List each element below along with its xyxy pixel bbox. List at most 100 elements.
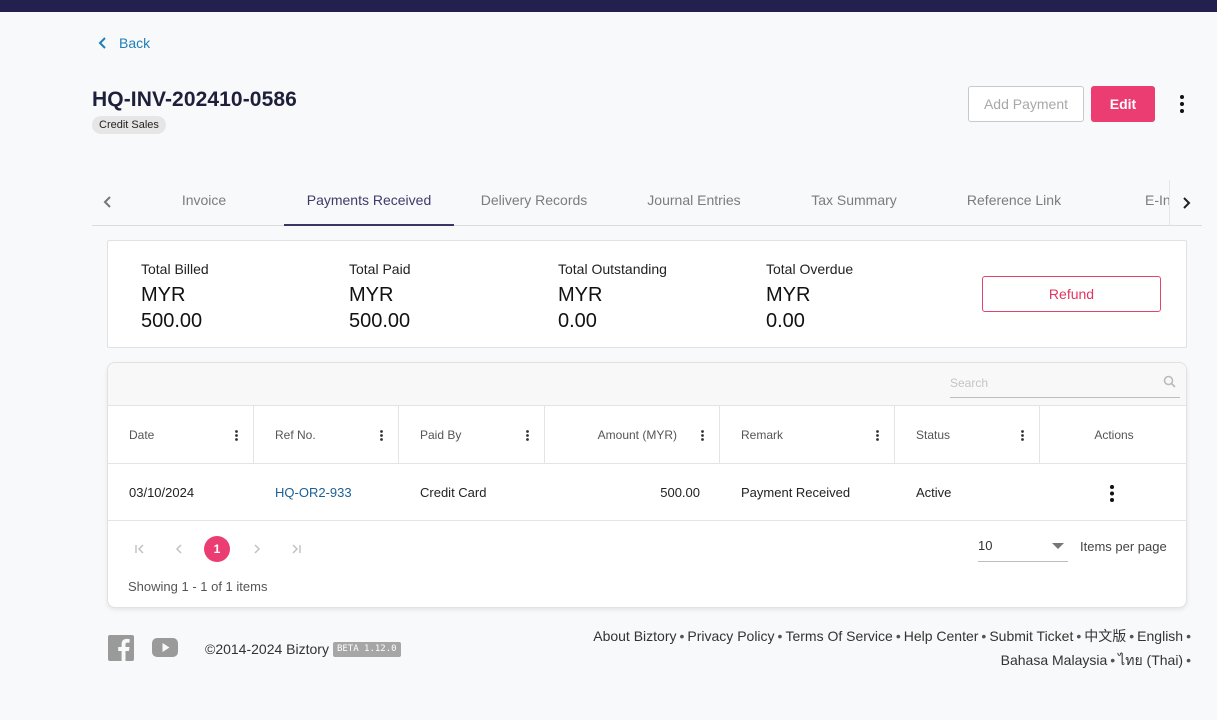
footer-link-help-center[interactable]: Help Center	[904, 628, 979, 644]
total-outstanding-amount: 0.00	[558, 310, 597, 332]
footer-link-submit-ticket[interactable]: Submit Ticket	[989, 628, 1073, 644]
total-billed-amount: 500.00	[141, 310, 203, 332]
previous-page-icon[interactable]	[166, 536, 192, 562]
total-paid-label: Total Paid	[349, 261, 411, 277]
footer-link-malay[interactable]: Bahasa Malaysia	[1001, 652, 1108, 668]
total-billed-currency: MYR	[141, 284, 186, 306]
facebook-icon[interactable]	[108, 635, 134, 661]
total-outstanding: Total Outstanding MYR 0.00	[558, 261, 667, 334]
chevron-left-icon	[98, 37, 106, 49]
last-page-icon[interactable]	[283, 536, 309, 562]
edit-button[interactable]: Edit	[1091, 86, 1155, 122]
more-options-icon[interactable]	[1172, 92, 1192, 116]
table-row[interactable]: 03/10/2024 HQ-OR2-933 Credit Card 500.00…	[108, 464, 1186, 521]
showing-count: Showing 1 - 1 of 1 items	[128, 579, 268, 594]
total-billed: Total Billed MYR 500.00	[141, 261, 209, 334]
tab-reference-link[interactable]: Reference Link	[934, 180, 1094, 226]
chevron-down-icon	[1052, 543, 1064, 549]
column-header-remark[interactable]: Remark	[720, 406, 895, 464]
column-header-amount[interactable]: Amount (MYR)	[545, 406, 720, 464]
total-billed-label: Total Billed	[141, 261, 209, 277]
tab-invoice[interactable]: Invoice	[124, 180, 284, 226]
copyright: ©2014-2024 Biztory BETA 1.12.0	[205, 641, 401, 657]
back-button[interactable]: Back	[97, 35, 150, 51]
total-paid-amount: 500.00	[349, 310, 411, 332]
column-label: Actions	[1094, 428, 1134, 442]
column-label: Ref No.	[275, 428, 316, 442]
cell-amount: 500.00	[660, 485, 700, 500]
footer-link-about[interactable]: About Biztory	[593, 628, 676, 644]
tab-journal-entries[interactable]: Journal Entries	[614, 180, 774, 226]
separator: •	[895, 628, 901, 644]
footer-link-terms[interactable]: Terms Of Service	[785, 628, 892, 644]
add-payment-button[interactable]: Add Payment	[968, 86, 1084, 122]
column-header-date[interactable]: Date	[108, 406, 254, 464]
tab-bar: Invoice Payments Received Delivery Recor…	[92, 180, 1202, 226]
total-overdue-amount: 0.00	[766, 310, 805, 332]
column-label: Amount (MYR)	[597, 428, 677, 442]
column-header-ref-no[interactable]: Ref No.	[254, 406, 399, 464]
invoice-number: HQ-INV-202410-0586	[92, 88, 297, 111]
column-menu-icon[interactable]	[225, 425, 247, 445]
youtube-icon[interactable]	[152, 635, 178, 661]
search-input[interactable]	[950, 371, 1150, 395]
tab-delivery-records[interactable]: Delivery Records	[454, 180, 614, 226]
total-outstanding-currency: MYR	[558, 284, 603, 306]
page-size-select[interactable]: 10	[978, 535, 1068, 562]
search-icon[interactable]	[1163, 375, 1176, 388]
row-actions-icon[interactable]	[1102, 482, 1122, 504]
separator: •	[981, 628, 987, 644]
cell-remark: Payment Received	[741, 485, 851, 500]
cell-status: Active	[916, 485, 952, 500]
copyright-text: ©2014-2024 Biztory	[205, 641, 329, 657]
column-menu-icon[interactable]	[1011, 425, 1033, 445]
column-label: Status	[916, 428, 951, 442]
grid-toolbar	[108, 363, 1186, 406]
column-header-status[interactable]: Status	[895, 406, 1040, 464]
footer-links: About Biztory • Privacy Policy • Terms Of Se…	[520, 624, 1194, 672]
cell-ref-no-link[interactable]: HQ-OR2-933	[254, 464, 399, 521]
footer-link-english[interactable]: English	[1137, 628, 1183, 644]
current-page-button[interactable]: 1	[204, 536, 230, 562]
separator: •	[777, 628, 783, 644]
footer-link-thai[interactable]: ไทย (Thai)	[1118, 652, 1183, 668]
pager: 1 10 Items per page Showing 1 - 1 of 1 i…	[108, 521, 1186, 607]
separator: •	[1186, 652, 1191, 668]
tab-tax-summary[interactable]: Tax Summary	[774, 180, 934, 226]
items-per-page-label: Items per page	[1080, 539, 1167, 554]
tab-scroll-right-icon[interactable]	[1169, 180, 1202, 225]
column-menu-icon[interactable]	[691, 425, 713, 445]
next-page-icon[interactable]	[244, 536, 270, 562]
payments-grid: Date Ref No. Paid By Amount (MYR) Remark…	[107, 362, 1187, 608]
column-header-paid-by[interactable]: Paid By	[399, 406, 545, 464]
column-label: Paid By	[420, 428, 462, 442]
column-menu-icon[interactable]	[866, 425, 888, 445]
version-badge: BETA 1.12.0	[332, 641, 401, 657]
separator: •	[679, 628, 685, 644]
refund-button[interactable]: Refund	[982, 276, 1161, 312]
column-header-actions: Actions	[1040, 406, 1186, 464]
first-page-icon[interactable]	[127, 536, 153, 562]
column-menu-icon[interactable]	[516, 425, 538, 445]
grid-header: Date Ref No. Paid By Amount (MYR) Remark…	[108, 406, 1186, 464]
separator: •	[1186, 628, 1191, 644]
footer-link-privacy[interactable]: Privacy Policy	[687, 628, 774, 644]
column-label: Date	[129, 428, 155, 442]
total-overdue: Total Overdue MYR 0.00	[766, 261, 853, 334]
top-bar	[0, 0, 1217, 12]
page-size-value: 10	[978, 538, 993, 553]
column-label: Remark	[741, 428, 784, 442]
tab-e-invoice[interactable]: E-Invoice	[1145, 180, 1169, 226]
invoice-type-badge: Credit Sales	[92, 116, 166, 134]
payment-summary-card: Total Billed MYR 500.00 Total Paid MYR 5…	[107, 240, 1187, 348]
column-menu-icon[interactable]	[370, 425, 392, 445]
separator: •	[1076, 628, 1082, 644]
cell-paid-by: Credit Card	[420, 485, 487, 500]
total-outstanding-label: Total Outstanding	[558, 261, 667, 277]
total-paid-currency: MYR	[349, 284, 394, 306]
total-paid: Total Paid MYR 500.00	[349, 261, 410, 334]
tab-payments-received[interactable]: Payments Received	[284, 180, 454, 226]
tab-scroll-left-icon[interactable]	[98, 192, 118, 212]
search-box	[950, 371, 1180, 398]
footer-link-chinese[interactable]: 中文版	[1084, 628, 1126, 644]
